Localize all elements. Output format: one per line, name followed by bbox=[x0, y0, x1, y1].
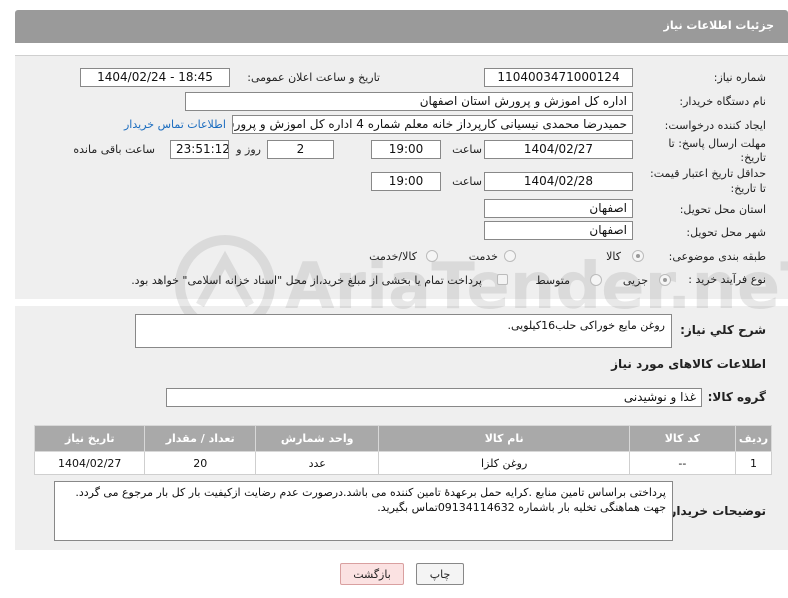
need-number-label: شماره نیاز: bbox=[713, 71, 766, 84]
cell-name: روغن کلزا bbox=[378, 451, 630, 475]
category-option-service: خدمت bbox=[468, 250, 498, 263]
deadline-label-date: تاریخ: bbox=[740, 151, 766, 164]
requester-label: ایجاد کننده درخواست: bbox=[664, 119, 766, 132]
category-radio-goods[interactable] bbox=[632, 250, 644, 262]
goods-group-label: گروه کالا: bbox=[707, 390, 766, 404]
need-number-field[interactable]: 1104003471000124 bbox=[484, 68, 633, 87]
category-radio-goods-service[interactable] bbox=[426, 250, 438, 262]
category-radio-service[interactable] bbox=[504, 250, 516, 262]
requester-field[interactable]: حمیدرضا محمدی نیسیانی کارپرداز خانه معلم… bbox=[232, 115, 633, 134]
page-title: جزئیات اطلاعات نیاز bbox=[663, 19, 775, 32]
cell-quantity: 20 bbox=[144, 451, 256, 475]
announce-label: تاریخ و ساعت اعلان عمومی: bbox=[247, 71, 380, 84]
col-row: ردیف bbox=[734, 425, 773, 452]
col-need-date: تاریخ نیاز bbox=[33, 425, 146, 452]
remaining-time-field[interactable]: 23:51:12 bbox=[170, 140, 229, 159]
announce-field[interactable]: 1404/02/24 - 18:45 bbox=[80, 68, 230, 87]
category-option-goods-service: کالا/خدمت bbox=[369, 250, 417, 263]
goods-group-field[interactable]: غذا و نوشیدنی bbox=[166, 388, 702, 407]
col-name: نام کالا bbox=[378, 425, 630, 452]
buyer-notes-label: توضیحات خریدار: bbox=[664, 504, 766, 518]
treasury-payment-note: پرداخت تمام یا بخشی از مبلغ خرید،از محل … bbox=[131, 274, 482, 287]
print-button[interactable]: چاپ bbox=[416, 563, 464, 585]
col-code: کد کالا bbox=[628, 425, 736, 452]
deadline-time-field[interactable]: 19:00 bbox=[371, 140, 441, 159]
col-unit: واحد شمارش bbox=[254, 425, 380, 452]
city-label: شهر محل تحویل: bbox=[686, 226, 766, 239]
goods-section-title: اطلاعات کالاهای مورد نیاز bbox=[611, 357, 766, 371]
province-field[interactable]: اصفهان bbox=[484, 199, 633, 218]
price-validity-label-date: تا تاریخ: bbox=[730, 182, 766, 195]
back-button[interactable]: بازگشت bbox=[340, 563, 404, 585]
goods-table-header: ردیف کد کالا نام کالا واحد شمارش تعداد /… bbox=[33, 425, 773, 452]
category-label: طبقه بندی موضوعی: bbox=[668, 250, 766, 263]
summary-label: شرح کلي نياز: bbox=[680, 323, 766, 337]
process-label: نوع فرآیند خرید : bbox=[688, 273, 766, 286]
days-label: روز و bbox=[236, 143, 261, 156]
price-validity-label: حداقل تاریخ اعتبار قیمت: bbox=[650, 167, 766, 180]
remaining-label: ساعت باقی مانده bbox=[73, 143, 155, 156]
buyer-org-label: نام دستگاه خریدار: bbox=[679, 95, 766, 108]
summary-field[interactable]: روغن مایع خوراکی حلب16کیلویی. bbox=[135, 314, 672, 348]
price-date-field[interactable]: 1404/02/28 bbox=[484, 172, 633, 191]
col-quantity: تعداد / مقدار bbox=[144, 425, 256, 452]
province-label: استان محل تحویل: bbox=[679, 203, 766, 216]
contact-buyer-link[interactable]: اطلاعات تماس خریدار bbox=[124, 118, 226, 131]
buyer-notes-field[interactable]: پرداختی براساس تامین منابع .کرایه حمل بر… bbox=[54, 481, 673, 541]
page-header: جزئیات اطلاعات نیاز bbox=[15, 10, 788, 43]
price-time-label: ساعت bbox=[452, 175, 482, 188]
deadline-time-label: ساعت bbox=[452, 143, 482, 156]
cell-unit: عدد bbox=[254, 451, 380, 475]
treasury-payment-checkbox[interactable] bbox=[497, 274, 508, 285]
process-option-minor: جزیی bbox=[622, 274, 648, 287]
city-field[interactable]: اصفهان bbox=[484, 221, 633, 240]
cell-code: -- bbox=[628, 451, 736, 475]
price-time-field[interactable]: 19:00 bbox=[371, 172, 441, 191]
deadline-date-field[interactable]: 1404/02/27 bbox=[484, 140, 633, 159]
category-option-goods: کالا bbox=[606, 250, 621, 263]
process-radio-medium[interactable] bbox=[590, 274, 602, 286]
process-option-medium: متوسط bbox=[535, 274, 570, 287]
process-radio-minor[interactable] bbox=[659, 274, 671, 286]
table-row[interactable]: 1 -- روغن کلزا عدد 20 1404/02/27 bbox=[33, 451, 773, 475]
cell-need-date: 1404/02/27 bbox=[33, 451, 146, 475]
buyer-org-field[interactable]: اداره کل اموزش و پرورش استان اصفهان bbox=[185, 92, 633, 111]
days-field[interactable]: 2 bbox=[267, 140, 334, 159]
cell-row: 1 bbox=[734, 451, 773, 475]
goods-table: ردیف کد کالا نام کالا واحد شمارش تعداد /… bbox=[33, 425, 773, 475]
deadline-label: مهلت ارسال پاسخ: تا bbox=[668, 137, 766, 150]
